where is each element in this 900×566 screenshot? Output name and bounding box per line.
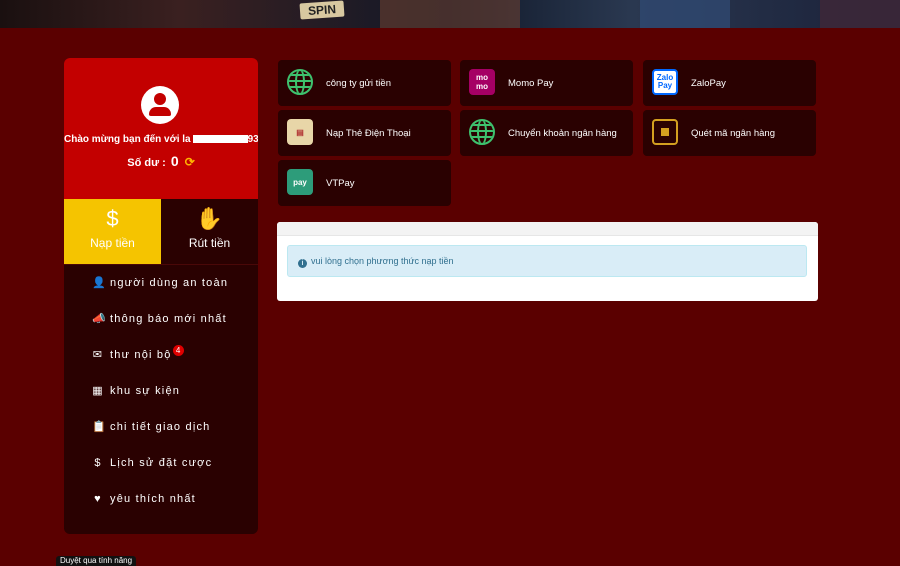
globe-icon (469, 119, 495, 145)
avatar-icon (141, 86, 179, 124)
payment-method-zalopay[interactable]: Zalo Pay ZaloPay (643, 60, 816, 106)
banner-artwork (380, 0, 520, 28)
menu-item-transactions[interactable]: 📋 chi tiết giao dịch (64, 409, 258, 445)
megaphone-icon: 📣 (92, 313, 107, 325)
payment-method-label: Nạp Thẻ Điện Thoại (326, 127, 411, 139)
refresh-icon[interactable]: ⟳ (185, 155, 195, 169)
dollar-icon: $ (106, 206, 119, 231)
envelope-icon: ✉ (92, 349, 104, 361)
account-menu: 👤 người dùng an toàn 📣 thông báo mới nhất … (64, 264, 258, 517)
info-icon: i (298, 259, 307, 268)
clipboard-icon: 📋 (92, 421, 107, 433)
menu-item-events[interactable]: ▦ khu sự kiện (64, 373, 258, 409)
vtpay-icon: pay (287, 169, 313, 195)
menu-item-inbox[interactable]: ✉ thư nội bộ 4 (64, 337, 258, 373)
withdraw-label: Rút tiền (188, 236, 231, 250)
welcome-text: Chào mừng bạn đến với (64, 134, 180, 145)
menu-item-notifications[interactable]: 📣 thông báo mới nhất (64, 301, 258, 337)
account-sidebar: Chào mừng bạn đến với la 93 Số dư : 0 ⟳ $… (64, 58, 258, 534)
menu-item-label: yêu thích nhất (110, 493, 196, 505)
username-suffix: 93 (247, 134, 258, 145)
phone-card-icon: ▤ (287, 119, 313, 145)
username-partial: la (182, 134, 191, 145)
welcome-message: Chào mừng bạn đến với la 93 (64, 134, 258, 145)
payment-method-label: ZaloPay (691, 77, 726, 89)
menu-item-label: chi tiết giao dịch (110, 421, 211, 433)
payment-method-momo[interactable]: mo mo Momo Pay (460, 60, 633, 106)
payment-method-label: công ty gửi tiền (326, 77, 391, 89)
menu-item-label: khu sự kiện (110, 385, 181, 397)
momo-icon: mo mo (469, 69, 495, 95)
menu-item-secure-user[interactable]: 👤 người dùng an toàn (64, 265, 258, 301)
balance-row: Số dư : 0 ⟳ (64, 153, 258, 169)
payment-method-bank-qr[interactable]: Quét mã ngân hàng (643, 110, 816, 156)
globe-icon (287, 69, 313, 95)
bottom-tag[interactable]: Duyệt qua tính năng (56, 556, 137, 566)
zalopay-icon: Zalo Pay (652, 69, 678, 95)
username-redacted (192, 135, 248, 144)
menu-item-bet-history[interactable]: $ Lịch sử đặt cược (64, 445, 258, 481)
menu-item-label: người dùng an toàn (110, 277, 229, 289)
payment-method-label: Chuyển khoản ngân hàng (508, 127, 617, 139)
banner-artwork (820, 0, 900, 28)
dollar-circle-icon: $ (94, 457, 102, 469)
payment-method-phone-card[interactable]: ▤ Nạp Thẻ Điện Thoại (278, 110, 451, 156)
menu-item-favorites[interactable]: ♥ yêu thích nhất (64, 481, 258, 517)
balance-label: Số dư : (127, 157, 166, 169)
info-alert: i vui lòng chọn phương thức nạp tiền (287, 245, 807, 277)
deposit-withdraw-tabs: $ Nạp tiền ✋ Rút tiền (64, 199, 258, 264)
withdraw-hand-icon: ✋ (195, 206, 224, 231)
profile-card: Chào mừng bạn đến với la 93 Số dư : 0 ⟳ (64, 58, 258, 199)
heart-icon: ♥ (94, 493, 102, 505)
banner-spin-text: SPIN (299, 0, 345, 20)
banner-artwork (640, 0, 730, 28)
withdraw-button[interactable]: ✋ Rút tiền (161, 199, 258, 264)
deposit-button[interactable]: $ Nạp tiền (64, 199, 161, 264)
menu-item-label: thư nội bộ (110, 349, 172, 361)
qr-code-icon (652, 119, 678, 145)
top-banner: SPIN (0, 0, 900, 28)
calendar-icon: ▦ (92, 385, 104, 397)
payment-method-label: VTPay (326, 177, 355, 189)
deposit-content-panel: i vui lòng chọn phương thức nạp tiền (277, 222, 818, 301)
unread-badge: 4 (172, 345, 184, 356)
user-lock-icon: 👤 (92, 277, 107, 289)
payment-method-bank-transfer[interactable]: Chuyển khoản ngân hàng (460, 110, 633, 156)
balance-value: 0 (170, 153, 179, 169)
deposit-label: Nạp tiền (90, 236, 135, 250)
info-alert-text: vui lòng chọn phương thức nạp tiền (311, 256, 454, 266)
menu-item-label: thông báo mới nhất (110, 313, 227, 325)
payment-method-vtpay[interactable]: pay VTPay (278, 160, 451, 206)
menu-item-label: Lịch sử đặt cược (110, 457, 213, 469)
panel-header (277, 222, 818, 236)
payment-method-company-deposit[interactable]: công ty gửi tiền (278, 60, 451, 106)
payment-method-label: Quét mã ngân hàng (691, 127, 775, 139)
payment-method-label: Momo Pay (508, 77, 554, 89)
